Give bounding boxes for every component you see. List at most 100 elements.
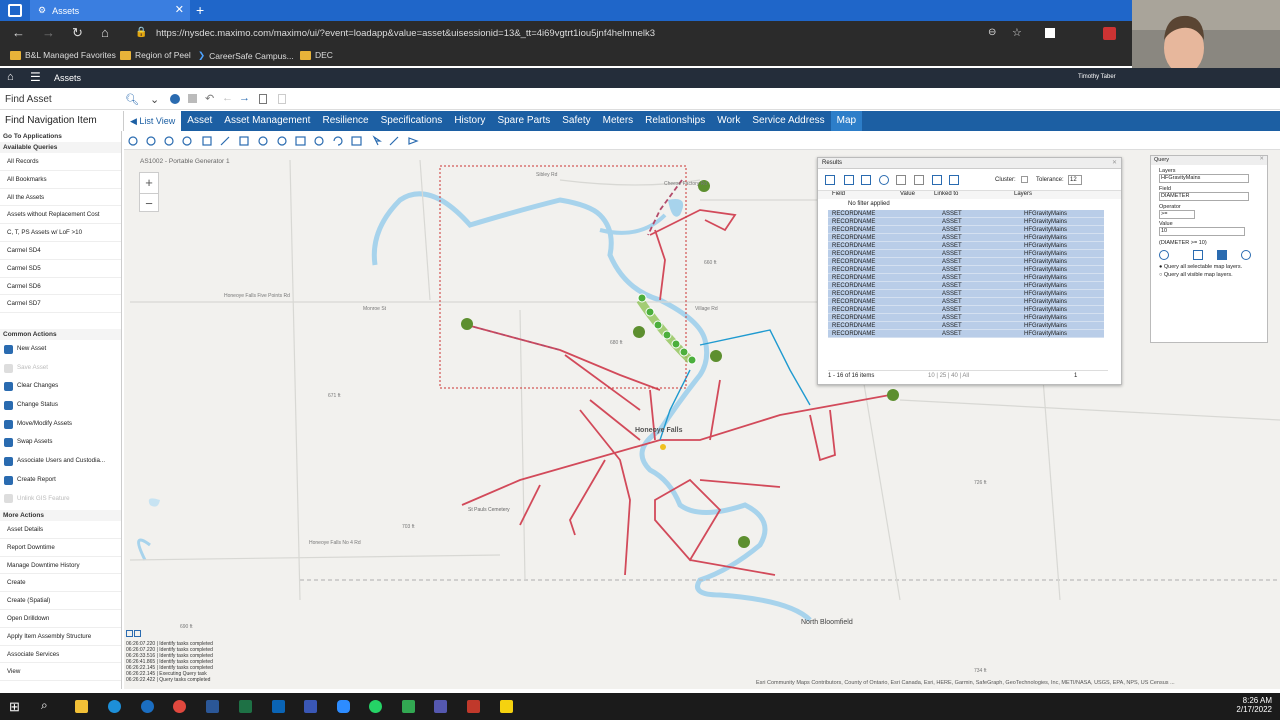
action-associate-users[interactable]: Associate Users and Custodia... (0, 452, 121, 471)
query-item[interactable]: All Records (0, 153, 121, 171)
result-row[interactable]: RECORDNAME ASSET HFGravityMains (828, 274, 1104, 282)
action-new-asset[interactable]: New Asset (0, 340, 121, 359)
result-row[interactable]: RECORDNAME ASSET HFGravityMains (828, 210, 1104, 218)
tab-work[interactable]: Work (711, 111, 746, 131)
search-icon[interactable]: 🔍︎ (125, 93, 139, 106)
result-row[interactable]: RECORDNAME ASSET HFGravityMains (828, 298, 1104, 306)
extension-icon[interactable] (1045, 28, 1055, 38)
tab-safety[interactable]: Safety (556, 111, 596, 131)
tab-specifications[interactable]: Specifications (375, 111, 449, 131)
clear-icon[interactable] (914, 175, 924, 185)
action-unlink-gis[interactable]: Unlink GIS Feature (0, 490, 121, 509)
more-action-item[interactable]: Asset Details (0, 521, 121, 539)
outlook-icon[interactable] (272, 700, 285, 713)
measure-icon[interactable] (351, 136, 362, 146)
bookmark-item[interactable]: ❯ CareerSafe Campus... (198, 50, 294, 61)
ie-icon[interactable] (141, 700, 154, 713)
more-action-item[interactable]: View (0, 663, 121, 681)
checkmark-app-icon[interactable] (402, 700, 415, 713)
more-action-item[interactable]: Report Downtime (0, 539, 121, 557)
more-action-item[interactable]: Create (0, 574, 121, 593)
save-icon[interactable] (188, 94, 197, 103)
tab-meters[interactable]: Meters (597, 111, 640, 131)
document-icon[interactable] (259, 94, 267, 104)
action-create-report[interactable]: Create Report (0, 471, 121, 490)
query-option[interactable]: ○ Query all visible map layers. (1159, 272, 1259, 278)
query-item[interactable]: Carmel SD7 (0, 295, 121, 314)
bookmark-item[interactable]: Region of Peel (120, 50, 191, 60)
field-select[interactable]: DIAMETER (1159, 192, 1249, 201)
favorite-icon[interactable]: ☆ (1012, 26, 1022, 39)
close-icon[interactable]: ✕ (1112, 159, 1117, 166)
action-save-asset[interactable]: Save Asset (0, 359, 121, 378)
globe-icon[interactable] (258, 136, 268, 146)
col-header[interactable]: Field (832, 191, 900, 199)
zoom-app-icon[interactable] (337, 700, 350, 713)
edge-icon[interactable] (108, 700, 121, 713)
query-item[interactable]: All Bookmarks (0, 171, 121, 189)
home-icon[interactable]: ⌂ (7, 71, 14, 83)
zoom-icon[interactable] (879, 175, 889, 185)
menu-icon[interactable]: ☰ (30, 70, 41, 84)
info-icon[interactable] (277, 136, 287, 146)
result-row[interactable]: RECORDNAME ASSET HFGravityMains (828, 258, 1104, 266)
result-row[interactable]: RECORDNAME ASSET HFGravityMains (828, 290, 1104, 298)
visio-icon[interactable] (304, 700, 317, 713)
tab-spare-parts[interactable]: Spare Parts (491, 111, 556, 131)
browser-tab[interactable]: ⚙ Assets ✕ (30, 0, 190, 21)
result-row[interactable]: RECORDNAME ASSET HFGravityMains (828, 282, 1104, 290)
query-item[interactable]: Assets without Replacement Cost (0, 206, 121, 225)
extension-icon[interactable] (1103, 27, 1116, 40)
settings-icon[interactable] (949, 175, 959, 185)
zoom-out-button[interactable]: − (140, 193, 158, 212)
more-action-item[interactable]: Apply Item Assembly Structure (0, 628, 121, 646)
bookmark-item[interactable]: DEC (300, 50, 333, 60)
windows-start-icon[interactable]: ⊞ (9, 699, 20, 715)
result-row[interactable]: RECORDNAME ASSET HFGravityMains (828, 314, 1104, 322)
result-row[interactable]: RECORDNAME ASSET HFGravityMains (828, 330, 1104, 338)
word-icon[interactable] (206, 700, 219, 713)
action-change-status[interactable]: Change Status (0, 396, 121, 415)
clock[interactable]: 8:26 AM 2/17/2022 (1200, 696, 1272, 714)
search-icon[interactable] (1159, 250, 1169, 260)
result-row[interactable]: RECORDNAME ASSET HFGravityMains (828, 234, 1104, 242)
undo-icon[interactable]: ↶ (205, 92, 214, 105)
forward-arrow-icon[interactable]: → (239, 92, 250, 104)
tab-list-view[interactable]: ◀ List View (124, 111, 182, 131)
result-row[interactable]: RECORDNAME ASSET HFGravityMains (828, 266, 1104, 274)
bookmark-item[interactable]: B&L Managed Favorites (10, 50, 116, 60)
page-number[interactable]: 1 (1074, 371, 1077, 381)
result-row[interactable]: RECORDNAME ASSET HFGravityMains (828, 242, 1104, 250)
new-icon[interactable] (170, 94, 180, 104)
window-icon[interactable] (8, 4, 22, 17)
action-clear-changes[interactable]: Clear Changes (0, 377, 121, 396)
table-icon[interactable] (861, 175, 871, 185)
zoom-in-icon[interactable] (128, 136, 138, 146)
col-header[interactable]: Layers (1014, 191, 1032, 199)
log-icon[interactable] (134, 630, 142, 637)
refresh-icon[interactable]: ↻ (72, 25, 83, 41)
result-row[interactable]: RECORDNAME ASSET HFGravityMains (828, 218, 1104, 226)
search-icon[interactable]: ⌕ (41, 698, 48, 713)
whatsapp-icon[interactable] (369, 700, 382, 713)
back-icon[interactable]: ← (12, 25, 25, 40)
more-action-item[interactable]: Manage Downtime History (0, 557, 121, 575)
col-header[interactable]: Linked to (934, 191, 1014, 199)
cluster-checkbox[interactable] (1021, 176, 1028, 183)
result-row[interactable]: RECORDNAME ASSET HFGravityMains (828, 250, 1104, 258)
tab-history[interactable]: History (448, 111, 491, 131)
grid-icon[interactable] (844, 175, 854, 185)
zoom-extent-icon[interactable] (164, 136, 174, 146)
excel-icon[interactable] (239, 700, 252, 713)
url-field[interactable]: https://nysdec.maximo.com/maximo/ui/?eve… (150, 24, 1080, 43)
pointer-icon[interactable] (372, 135, 382, 146)
tolerance-input[interactable]: 12 (1068, 175, 1082, 185)
query-item[interactable]: All the Assets (0, 189, 121, 207)
home-icon[interactable]: ⌂ (101, 25, 109, 40)
close-tab-icon[interactable]: ✕ (175, 3, 184, 16)
export-icon[interactable] (896, 175, 906, 185)
expand-icon[interactable] (932, 175, 942, 185)
edit-icon[interactable] (825, 175, 835, 185)
query-item[interactable]: Carmel SD5 (0, 260, 121, 278)
acrobat-icon[interactable] (467, 700, 480, 713)
